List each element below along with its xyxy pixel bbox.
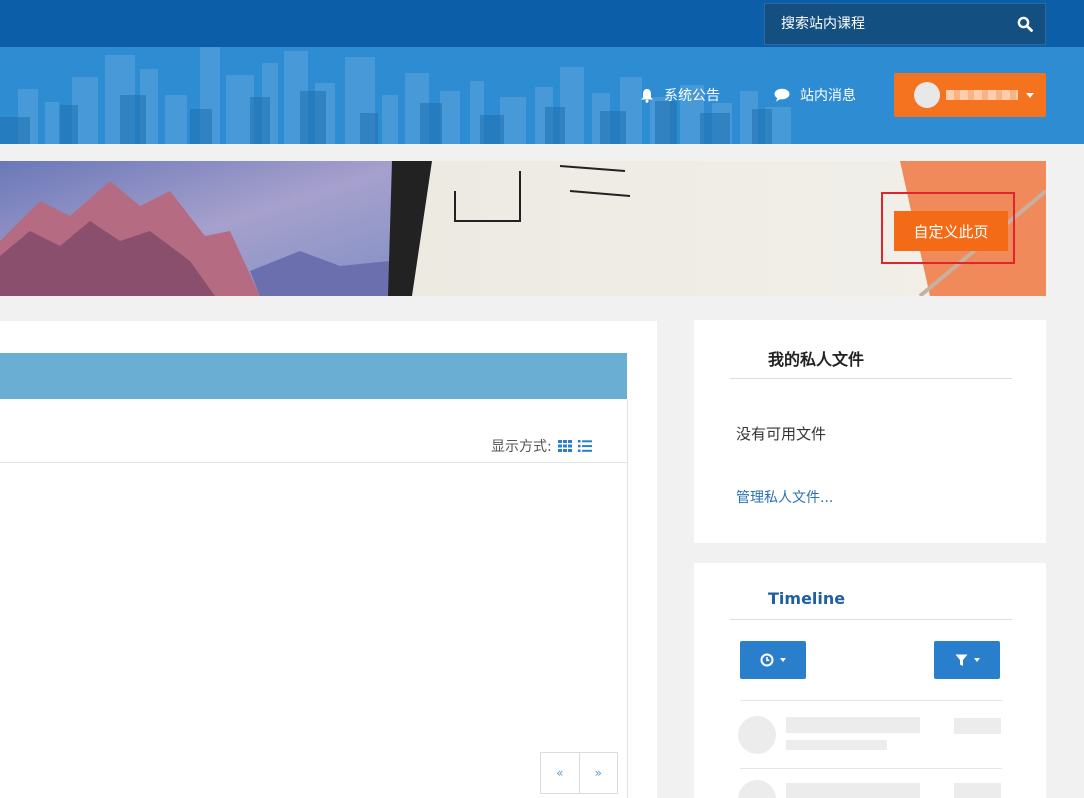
timeline-block: Timeline bbox=[694, 563, 1046, 798]
timeline-date-filter-button[interactable] bbox=[740, 641, 806, 679]
divider bbox=[0, 462, 627, 463]
private-files-block: 我的私人文件 没有可用文件 管理私人文件... bbox=[694, 320, 1046, 543]
loading-line-placeholder bbox=[786, 783, 920, 798]
timeline-sort-filter-button[interactable] bbox=[934, 641, 1000, 679]
main-panel-border bbox=[627, 399, 628, 798]
loading-line-placeholder bbox=[954, 718, 1001, 734]
chat-bubble-icon bbox=[774, 88, 790, 102]
divider bbox=[740, 768, 1002, 769]
private-files-title: 我的私人文件 bbox=[768, 350, 865, 369]
customize-page-button[interactable]: 自定义此页 bbox=[894, 211, 1008, 251]
user-menu-button[interactable] bbox=[894, 73, 1046, 117]
chevron-down-icon bbox=[780, 658, 786, 662]
avatar bbox=[914, 82, 940, 108]
main-panel-header bbox=[0, 353, 627, 399]
list-icon bbox=[577, 440, 592, 452]
username-blurred bbox=[946, 90, 1018, 100]
loading-avatar-placeholder bbox=[738, 780, 776, 798]
divider bbox=[730, 619, 1012, 620]
filter-icon bbox=[955, 654, 967, 666]
nav-announcements[interactable]: 系统公告 bbox=[640, 83, 720, 107]
view-mode-selector: 显示方式: bbox=[491, 436, 592, 456]
loading-avatar-placeholder bbox=[738, 716, 776, 754]
grid-icon bbox=[557, 440, 572, 452]
next-page-button[interactable]: » bbox=[578, 753, 618, 793]
pagination: « » bbox=[540, 752, 618, 794]
loading-line-placeholder bbox=[786, 717, 920, 733]
no-files-text: 没有可用文件 bbox=[736, 425, 827, 443]
search-box bbox=[764, 3, 1046, 45]
loading-line-placeholder bbox=[954, 783, 1001, 798]
nav-announcements-label: 系统公告 bbox=[664, 88, 720, 104]
chevron-down-icon bbox=[1026, 92, 1034, 98]
nav-messages[interactable]: 站内消息 bbox=[774, 83, 856, 107]
list-view-button[interactable] bbox=[577, 440, 592, 452]
search-button[interactable] bbox=[1005, 4, 1045, 44]
divider bbox=[740, 700, 1002, 701]
prev-page-button[interactable]: « bbox=[541, 753, 579, 793]
search-icon bbox=[1017, 16, 1033, 32]
grid-view-button[interactable] bbox=[557, 440, 572, 452]
search-input[interactable] bbox=[765, 4, 1005, 44]
view-mode-label: 显示方式: bbox=[491, 439, 552, 455]
timeline-title: Timeline bbox=[768, 589, 846, 608]
divider bbox=[730, 378, 1012, 379]
loading-line-placeholder bbox=[786, 740, 887, 750]
bell-icon bbox=[641, 88, 653, 103]
chevron-down-icon bbox=[973, 658, 980, 662]
page-banner bbox=[0, 161, 1046, 296]
banner-image bbox=[0, 161, 1046, 296]
nav-messages-label: 站内消息 bbox=[800, 88, 856, 104]
manage-private-files-link[interactable]: 管理私人文件... bbox=[736, 487, 833, 507]
clock-icon bbox=[760, 653, 774, 667]
